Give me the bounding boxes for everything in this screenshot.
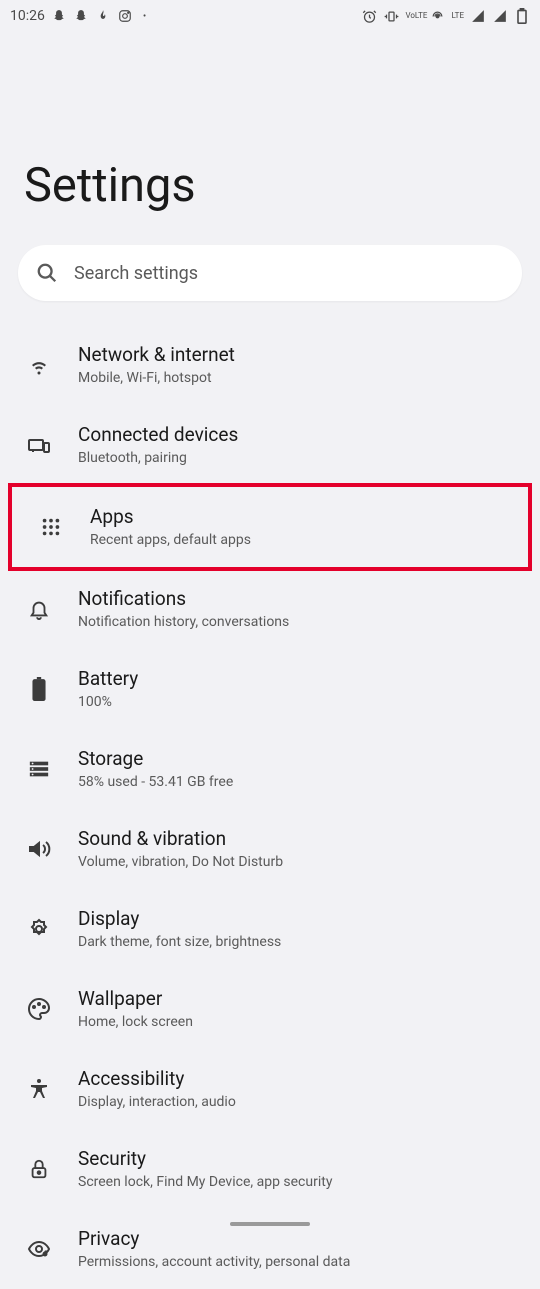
item-subtitle: Home, lock screen xyxy=(78,1013,193,1031)
status-time: 10:26 xyxy=(10,8,45,24)
settings-item-battery[interactable]: Battery 100% xyxy=(0,649,540,729)
palette-icon xyxy=(24,994,54,1024)
vibrate-icon xyxy=(383,8,399,24)
snapchat-icon-2 xyxy=(73,8,89,24)
settings-item-wallpaper[interactable]: Wallpaper Home, lock screen xyxy=(0,969,540,1049)
settings-list: Network & internet Mobile, Wi-Fi, hotspo… xyxy=(0,325,540,1289)
page-title: Settings xyxy=(0,28,540,213)
item-subtitle: Notification history, conversations xyxy=(78,613,289,631)
item-title: Notifications xyxy=(78,587,289,611)
item-title: Privacy xyxy=(78,1227,350,1251)
battery-filled-icon xyxy=(24,674,54,704)
flame-icon xyxy=(95,8,111,24)
search-input[interactable] xyxy=(74,263,504,284)
signal-icon-2 xyxy=(492,8,508,24)
item-title: Network & internet xyxy=(78,343,235,367)
bell-icon xyxy=(24,594,54,624)
settings-item-notifications[interactable]: Notifications Notification history, conv… xyxy=(0,569,540,649)
lock-icon xyxy=(24,1154,54,1184)
settings-item-network[interactable]: Network & internet Mobile, Wi-Fi, hotspo… xyxy=(0,325,540,405)
sound-icon xyxy=(24,834,54,864)
item-subtitle: 100% xyxy=(78,693,138,711)
settings-item-connected-devices[interactable]: Connected devices Bluetooth, pairing xyxy=(0,405,540,485)
apps-icon xyxy=(36,512,66,542)
settings-item-privacy[interactable]: Privacy Permissions, account activity, p… xyxy=(0,1209,540,1289)
settings-item-display[interactable]: Display Dark theme, font size, brightnes… xyxy=(0,889,540,969)
lte-label: LTE xyxy=(451,12,464,20)
item-subtitle: Permissions, account activity, personal … xyxy=(78,1253,350,1271)
volte-label: VoLTE xyxy=(405,12,423,20)
item-title: Apps xyxy=(90,505,251,529)
snapchat-icon xyxy=(51,8,67,24)
privacy-icon xyxy=(24,1234,54,1264)
item-title: Display xyxy=(78,907,281,931)
accessibility-icon xyxy=(24,1074,54,1104)
instagram-icon xyxy=(117,8,133,24)
settings-item-security[interactable]: Security Screen lock, Find My Device, ap… xyxy=(0,1129,540,1209)
item-subtitle: Mobile, Wi-Fi, hotspot xyxy=(78,369,235,387)
item-title: Accessibility xyxy=(78,1067,236,1091)
devices-icon xyxy=(24,430,54,460)
nav-indicator[interactable] xyxy=(230,1222,310,1226)
settings-item-sound[interactable]: Sound & vibration Volume, vibration, Do … xyxy=(0,809,540,889)
item-subtitle: 58% used - 53.41 GB free xyxy=(78,773,233,791)
brightness-icon xyxy=(24,914,54,944)
wifi-icon xyxy=(24,350,54,380)
settings-item-accessibility[interactable]: Accessibility Display, interaction, audi… xyxy=(0,1049,540,1129)
alarm-icon xyxy=(361,8,377,24)
status-bar: 10:26 • VoLTE LTE xyxy=(0,0,540,28)
hotspot-icon xyxy=(429,8,445,24)
item-title: Storage xyxy=(78,747,233,771)
item-subtitle: Screen lock, Find My Device, app securit… xyxy=(78,1173,332,1191)
settings-item-storage[interactable]: Storage 58% used - 53.41 GB free xyxy=(0,729,540,809)
dot-icon: • xyxy=(143,11,146,22)
search-icon xyxy=(36,262,58,284)
status-left: 10:26 • xyxy=(10,8,146,24)
battery-icon xyxy=(514,8,530,24)
item-title: Connected devices xyxy=(78,423,238,447)
storage-icon xyxy=(24,754,54,784)
item-title: Battery xyxy=(78,667,138,691)
item-subtitle: Dark theme, font size, brightness xyxy=(78,933,281,951)
item-subtitle: Bluetooth, pairing xyxy=(78,449,238,467)
signal-icon-1 xyxy=(470,8,486,24)
item-title: Sound & vibration xyxy=(78,827,283,851)
item-title: Security xyxy=(78,1147,332,1171)
item-subtitle: Recent apps, default apps xyxy=(90,531,251,549)
search-bar[interactable] xyxy=(18,245,522,301)
settings-item-apps[interactable]: Apps Recent apps, default apps xyxy=(8,483,532,571)
item-subtitle: Display, interaction, audio xyxy=(78,1093,236,1111)
item-title: Wallpaper xyxy=(78,987,193,1011)
status-right: VoLTE LTE xyxy=(361,8,530,24)
item-subtitle: Volume, vibration, Do Not Disturb xyxy=(78,853,283,871)
